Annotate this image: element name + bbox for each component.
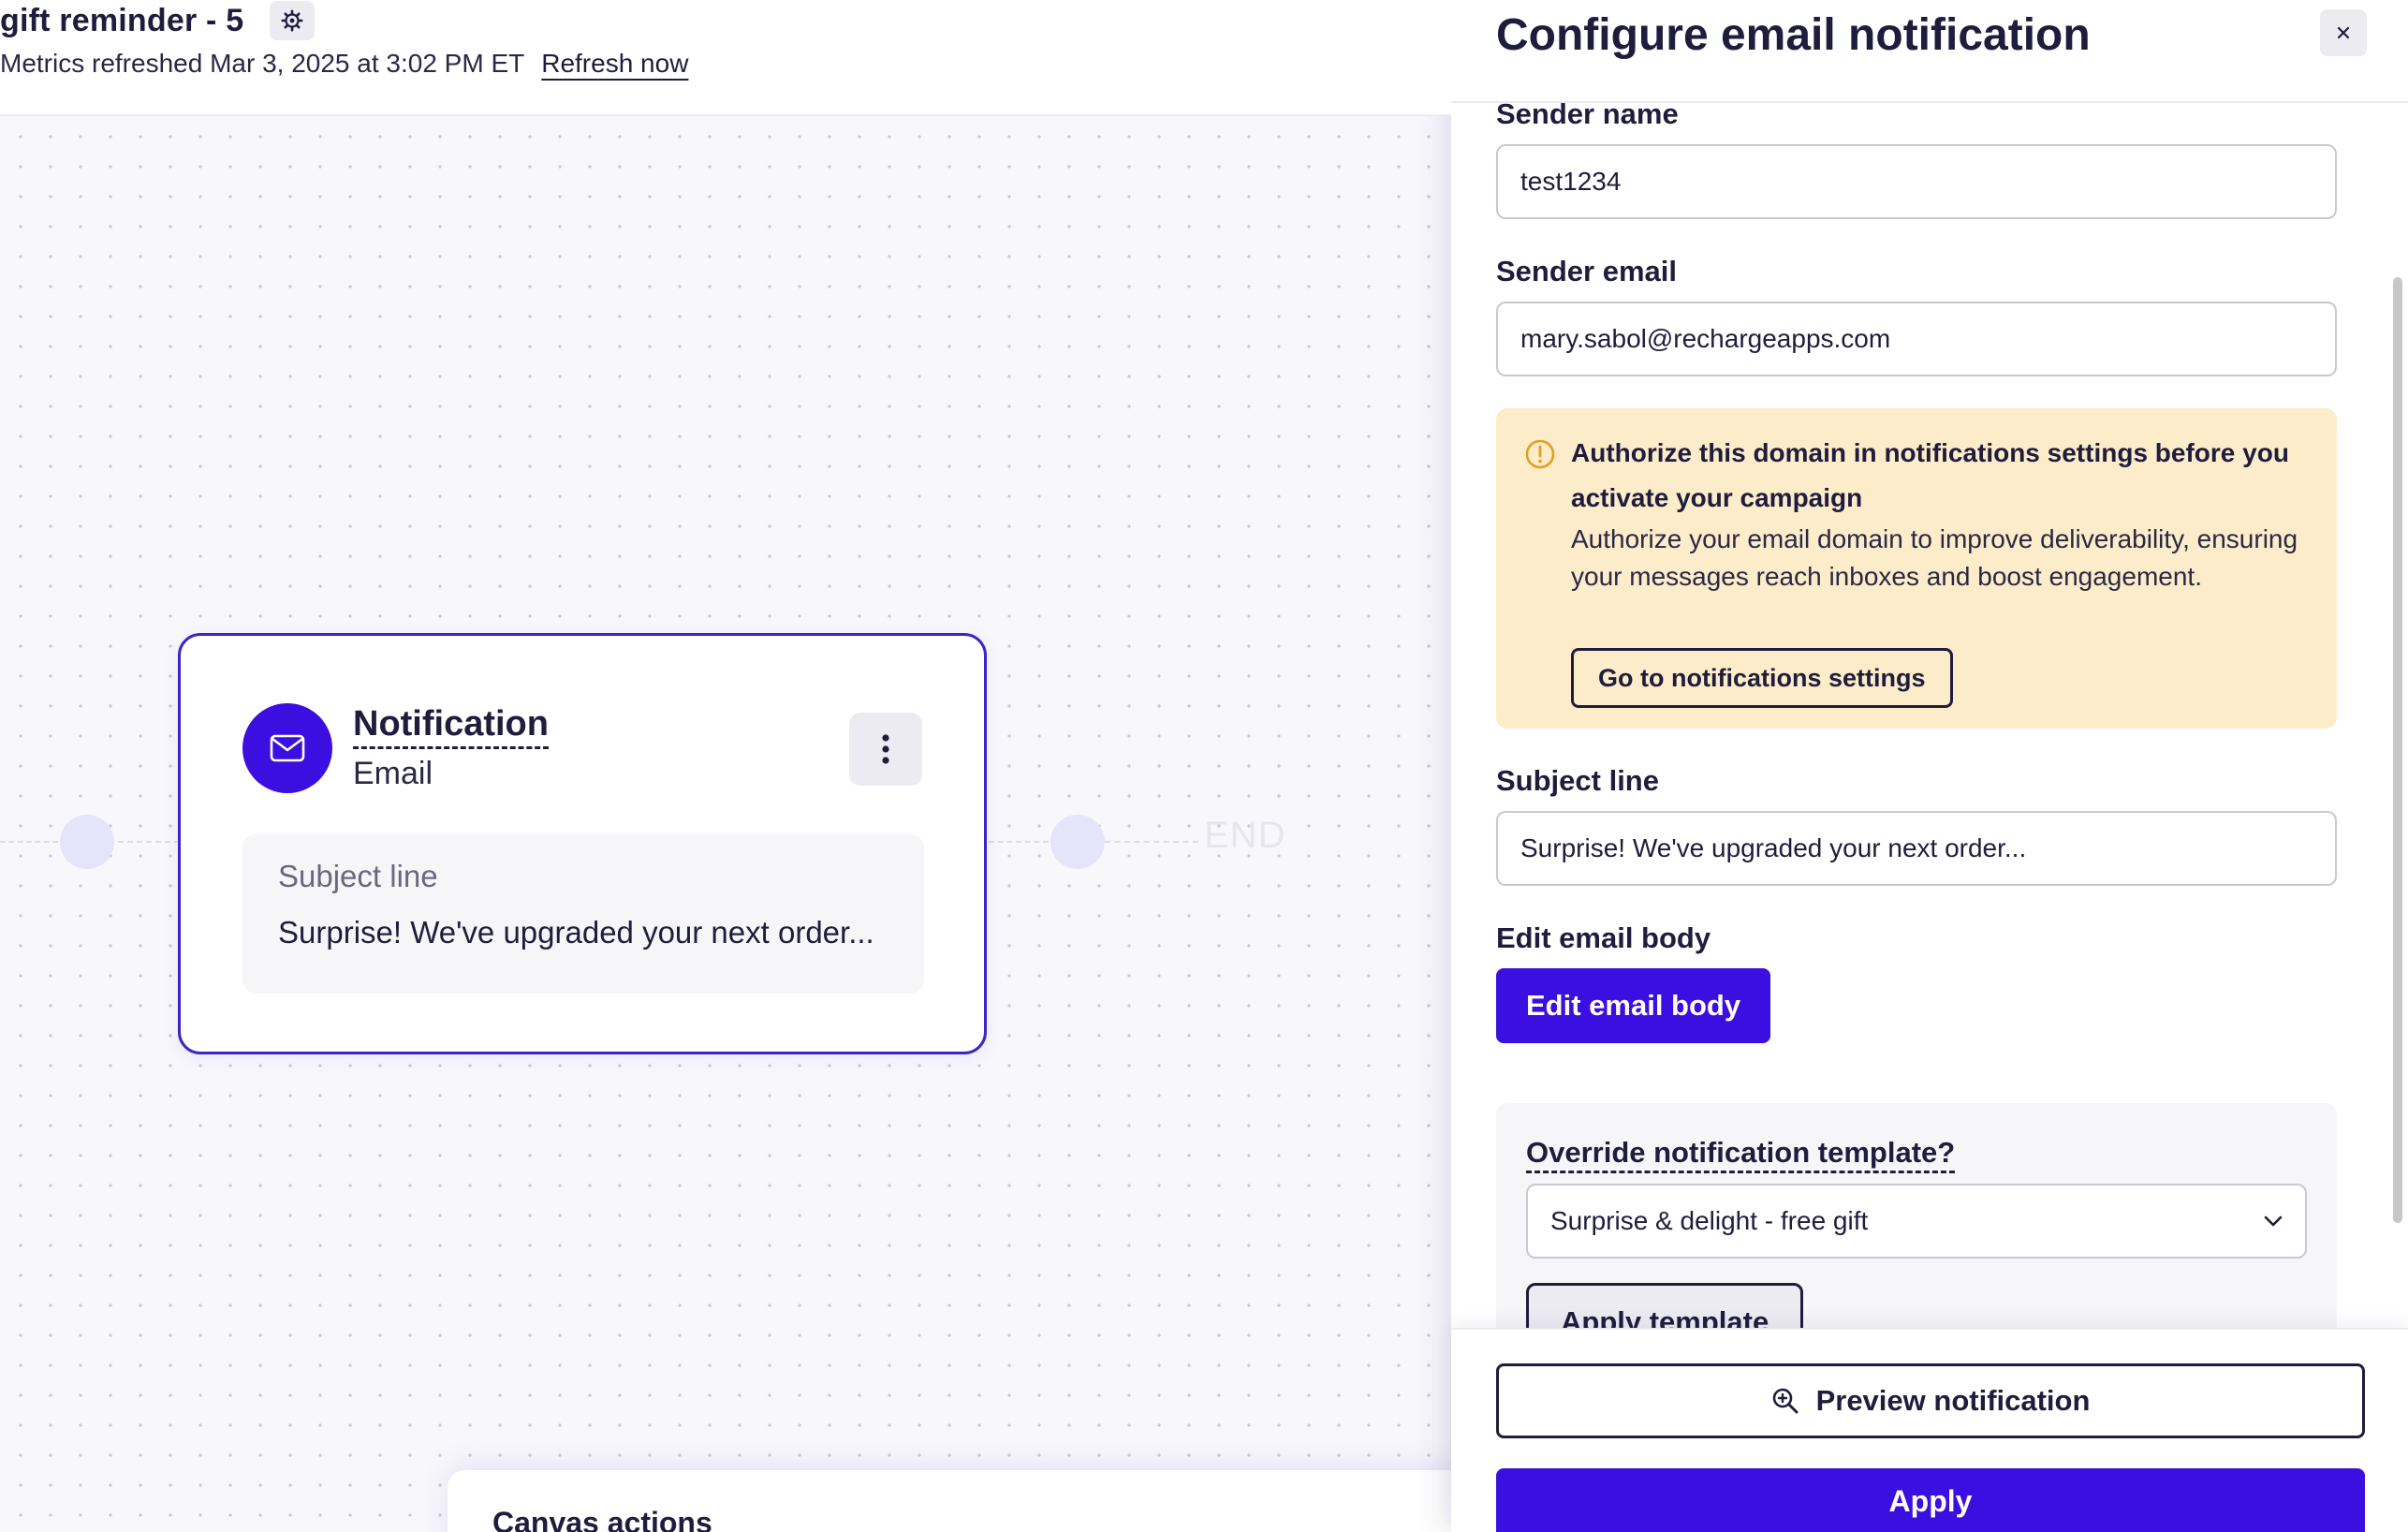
sender-email-label: Sender email [1496, 255, 1677, 287]
apply-template-button[interactable]: Apply template [1526, 1283, 1804, 1328]
settings-button[interactable] [270, 1, 316, 40]
metrics-row: Metrics refreshed Mar 3, 2025 at 3:02 PM… [0, 49, 688, 79]
alert-text: Authorize your email domain to improve d… [1571, 524, 2298, 591]
edit-email-body-label: Edit email body [1496, 921, 1711, 954]
node-title[interactable]: Notification [353, 703, 549, 749]
metrics-refreshed-text: Metrics refreshed Mar 3, 2025 at 3:02 PM… [0, 49, 525, 78]
panel-title: Configure email notification [1496, 10, 2091, 60]
panel-body[interactable]: Sender name Sender email Authorize this … [1451, 103, 2408, 1328]
subject-line-label: Subject line [1496, 764, 1659, 797]
configure-email-panel: Configure email notification Sender name… [1451, 0, 2408, 1532]
edge-line [0, 841, 58, 843]
panel-footer: Preview notification Apply [1451, 1328, 2408, 1532]
page-title: gift reminder - 5 [0, 2, 244, 38]
node-preview-text: Surprise! We've upgraded your next order… [278, 915, 874, 950]
preview-notification-button[interactable]: Preview notification [1496, 1363, 2365, 1438]
domain-warning-alert: Authorize this domain in notifications s… [1496, 408, 2337, 729]
close-icon [2337, 26, 2350, 39]
edit-email-body-button[interactable]: Edit email body [1496, 968, 1771, 1043]
alert-title: Authorize this domain in notifications s… [1571, 438, 2289, 512]
edge-line [1105, 841, 1198, 843]
go-to-notifications-settings-button[interactable]: Go to notifications settings [1571, 648, 1953, 708]
notification-node-card[interactable]: Notification Email Subject line Surprise… [178, 633, 987, 1054]
sender-name-input[interactable] [1496, 144, 2337, 219]
edge-line [118, 841, 180, 843]
canvas-actions-title: Canvas actions [492, 1506, 712, 1532]
template-select[interactable]: Surprise & delight - free gift [1526, 1184, 2307, 1259]
close-panel-button[interactable] [2320, 9, 2367, 56]
override-template-section: Override notification template? Surprise… [1496, 1103, 2337, 1328]
panel-header: Configure email notification [1451, 0, 2408, 103]
node-menu-button[interactable] [849, 713, 922, 786]
canvas-actions-panel: Canvas actions [448, 1470, 1451, 1532]
add-step-connector[interactable] [60, 815, 114, 869]
title-row: gift reminder - 5 [0, 1, 316, 40]
flow-canvas[interactable]: END Notification Email Subject line Surp [0, 116, 1451, 1532]
node-subject-preview: Subject line Surprise! We've upgraded yo… [242, 834, 924, 994]
add-step-connector[interactable] [1050, 815, 1105, 869]
subject-line-input[interactable] [1496, 811, 2337, 886]
template-select-value: Surprise & delight - free gift [1550, 1206, 1869, 1235]
sender-name-label: Sender name [1496, 103, 1679, 130]
journey-canvas-area: gift reminder - 5 Metrics refreshed Mar … [0, 0, 1451, 1532]
node-icon-badge [242, 703, 332, 793]
mail-icon [270, 734, 305, 762]
zoom-icon [1772, 1388, 1799, 1414]
edge-line [989, 841, 1049, 843]
scrollbar-thumb[interactable] [2393, 277, 2402, 1223]
override-template-label[interactable]: Override notification template? [1526, 1135, 1956, 1173]
panel-scrollbar[interactable] [2387, 103, 2408, 1330]
node-subtitle: Email [353, 756, 433, 791]
sender-email-input[interactable] [1496, 302, 2337, 376]
preview-notification-label: Preview notification [1815, 1384, 2091, 1417]
kebab-icon [882, 734, 889, 764]
end-label: END [1204, 815, 1286, 856]
gear-icon [281, 9, 303, 32]
page-header: gift reminder - 5 Metrics refreshed Mar … [0, 0, 1451, 116]
refresh-now-link[interactable]: Refresh now [541, 49, 688, 79]
warning-circle-icon [1525, 439, 1555, 469]
apply-button[interactable]: Apply [1496, 1468, 2365, 1532]
node-preview-label: Subject line [278, 859, 438, 893]
chevron-down-icon [2264, 1215, 2283, 1227]
